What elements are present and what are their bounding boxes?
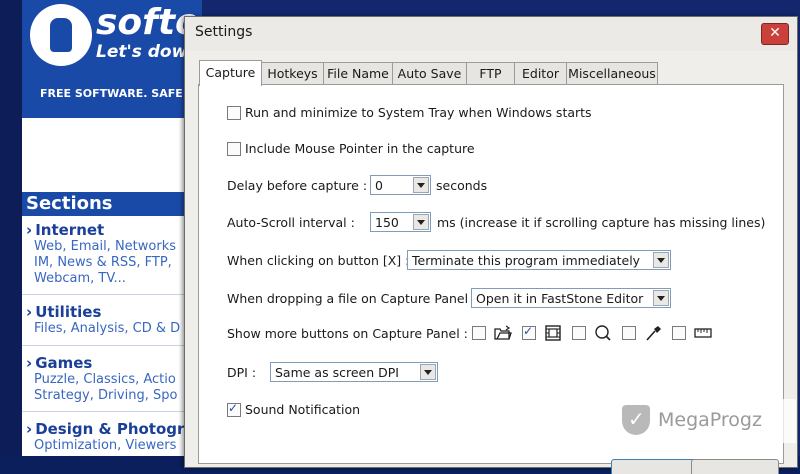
logo-mascot-icon xyxy=(30,4,92,66)
chevron-down-icon[interactable] xyxy=(413,214,429,230)
dialog-titlebar[interactable]: Settings ✕ xyxy=(185,17,797,51)
ok-button[interactable] xyxy=(611,459,699,474)
delay-row: Delay before capture : 0 seconds xyxy=(227,175,487,195)
sound-label: Sound Notification xyxy=(245,402,361,417)
website-tagline: Let's dow xyxy=(96,42,188,62)
autoscroll-label: Auto-Scroll interval : xyxy=(227,214,355,230)
ruler-icon xyxy=(694,325,712,341)
click-x-select[interactable]: Terminate this program immediately xyxy=(407,250,671,270)
website-header: softo Let's dow FREE SOFTWARE. SAFE D xyxy=(22,0,202,118)
film-button-checkbox[interactable] xyxy=(522,324,536,340)
tab-auto-save[interactable]: Auto Save xyxy=(392,62,467,85)
drop-file-label: When dropping a file on Capture Panel : xyxy=(227,290,477,306)
more-buttons-label: Show more buttons on Capture Panel : xyxy=(227,325,468,341)
delay-select[interactable]: 0 xyxy=(370,175,431,195)
click-x-label: When clicking on button [X] : xyxy=(227,252,410,268)
cancel-button[interactable] xyxy=(691,459,779,474)
chevron-down-icon[interactable] xyxy=(653,290,669,306)
category-internet[interactable]: Internet Web, Email, Networks IM, News &… xyxy=(26,221,196,287)
drop-file-row: When dropping a file on Capture Panel : … xyxy=(227,288,671,308)
tab-hotkeys[interactable]: Hotkeys xyxy=(261,62,324,85)
category-design[interactable]: Design & Photogra Optimization, Viewers xyxy=(26,420,196,454)
folder-button-checkbox[interactable] xyxy=(472,326,486,340)
watermark-text: MegaProgz xyxy=(658,409,762,431)
dialog-title: Settings xyxy=(195,24,253,40)
dpi-select[interactable]: Same as screen DPI xyxy=(270,362,438,382)
sound-row[interactable]: Sound Notification xyxy=(227,401,361,417)
dpi-row: DPI : Same as screen DPI xyxy=(227,362,438,382)
drop-file-select[interactable]: Open it in FastStone Editor xyxy=(471,288,671,308)
run-minimize-label: Run and minimize to System Tray when Win… xyxy=(245,105,592,120)
autoscroll-suffix: ms (increase it if scrolling capture has… xyxy=(437,214,766,230)
browser-edge xyxy=(0,0,22,456)
delay-suffix: seconds xyxy=(436,177,488,193)
category-divider xyxy=(22,345,202,346)
category-games[interactable]: Games Puzzle, Classics, Actio Strategy, … xyxy=(26,354,196,404)
folder-open-icon xyxy=(494,325,512,341)
tab-miscellaneous[interactable]: Miscellaneous xyxy=(566,62,658,85)
magnifier-button-checkbox[interactable] xyxy=(572,326,586,340)
website-free-banner: FREE SOFTWARE. SAFE D xyxy=(40,87,196,100)
tab-capture[interactable]: Capture xyxy=(199,60,262,86)
dpi-label: DPI : xyxy=(227,364,257,380)
sound-checkbox[interactable] xyxy=(227,401,241,417)
film-icon xyxy=(544,325,562,341)
category-utilities[interactable]: Utilities Files, Analysis, CD & D xyxy=(26,303,196,337)
category-divider xyxy=(22,294,202,295)
delay-label: Delay before capture : xyxy=(227,177,368,193)
run-minimize-checkbox[interactable] xyxy=(227,105,241,120)
ruler-button-checkbox[interactable] xyxy=(672,326,686,340)
chevron-down-icon[interactable] xyxy=(653,252,669,268)
category-divider xyxy=(22,411,202,412)
mouse-pointer-row[interactable]: Include Mouse Pointer in the capture xyxy=(227,141,475,156)
click-x-row: When clicking on button [X] : Terminate … xyxy=(227,250,671,270)
chevron-down-icon[interactable] xyxy=(420,364,436,380)
eyedropper-button-checkbox[interactable] xyxy=(622,326,636,340)
settings-tabs: Capture Hotkeys File Name Auto Save FTP … xyxy=(199,60,658,86)
autoscroll-row: Auto-Scroll interval : 150 ms (increase … xyxy=(227,212,765,232)
sections-header: Sections xyxy=(22,192,202,216)
tab-editor[interactable]: Editor xyxy=(514,62,567,85)
tab-ftp[interactable]: FTP xyxy=(466,62,515,85)
mouse-pointer-checkbox[interactable] xyxy=(227,141,241,156)
magnifier-icon xyxy=(594,325,612,341)
watermark: MegaProgz xyxy=(614,399,796,443)
more-buttons-row: Show more buttons on Capture Panel : xyxy=(227,324,722,341)
eyedropper-icon xyxy=(644,325,662,341)
shield-check-icon xyxy=(622,405,650,435)
tab-file-name[interactable]: File Name xyxy=(323,62,393,85)
close-button[interactable]: ✕ xyxy=(761,23,789,45)
autoscroll-select[interactable]: 150 xyxy=(370,212,431,232)
mouse-pointer-label: Include Mouse Pointer in the capture xyxy=(245,141,475,156)
run-minimize-row[interactable]: Run and minimize to System Tray when Win… xyxy=(227,105,592,120)
chevron-down-icon[interactable] xyxy=(413,177,429,193)
